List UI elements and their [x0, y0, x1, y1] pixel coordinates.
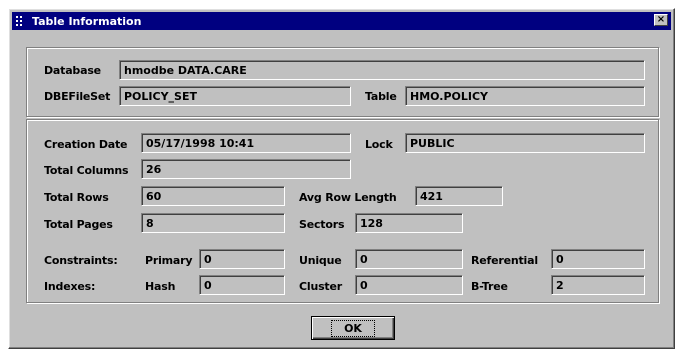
- referential-field: 0: [551, 249, 645, 269]
- ok-button-label: OK: [331, 319, 375, 337]
- total-pages-field: 8: [141, 213, 285, 233]
- avg-row-length-label: Avg Row Length: [299, 191, 397, 204]
- primary-field: 0: [199, 249, 285, 269]
- database-label: Database: [44, 64, 101, 77]
- database-field: hmodbe DATA.CARE: [119, 60, 645, 80]
- constraints-label: Constraints:: [44, 254, 118, 267]
- app-menu-icon[interactable]: [16, 16, 26, 26]
- title-bar[interactable]: Table Information ×: [12, 12, 671, 30]
- referential-label: Referential: [471, 254, 538, 267]
- sectors-field: 128: [355, 213, 463, 233]
- dbefileset-label: DBEFileSet: [44, 90, 111, 103]
- lock-label: Lock: [365, 138, 393, 151]
- btree-label: B-Tree: [471, 280, 508, 293]
- total-columns-field: 26: [141, 159, 351, 179]
- window-title: Table Information: [32, 14, 142, 28]
- hash-field: 0: [199, 275, 285, 295]
- ok-button[interactable]: OK: [311, 316, 395, 340]
- close-icon[interactable]: ×: [654, 14, 668, 26]
- indexes-label: Indexes:: [44, 280, 96, 293]
- table-information-dialog: Table Information × Database hmodbe DATA…: [8, 8, 675, 349]
- creation-date-field: 05/17/1998 10:41: [141, 133, 351, 153]
- sectors-label: Sectors: [299, 218, 345, 231]
- creation-date-label: Creation Date: [44, 138, 128, 151]
- lock-field: PUBLIC: [405, 133, 645, 153]
- table-label: Table: [365, 90, 397, 103]
- unique-field: 0: [355, 249, 463, 269]
- unique-label: Unique: [299, 254, 342, 267]
- total-columns-label: Total Columns: [44, 164, 129, 177]
- total-rows-field: 60: [141, 186, 285, 206]
- table-field: HMO.POLICY: [405, 86, 645, 106]
- table-identity-group: [26, 47, 659, 117]
- avg-row-length-field: 421: [415, 186, 503, 206]
- hash-label: Hash: [145, 280, 176, 293]
- cluster-label: Cluster: [299, 280, 342, 293]
- total-rows-label: Total Rows: [44, 191, 109, 204]
- total-pages-label: Total Pages: [44, 218, 113, 231]
- cluster-field: 0: [355, 275, 463, 295]
- btree-field: 2: [551, 275, 645, 295]
- dbefileset-field: POLICY_SET: [119, 86, 351, 106]
- primary-label: Primary: [145, 254, 193, 267]
